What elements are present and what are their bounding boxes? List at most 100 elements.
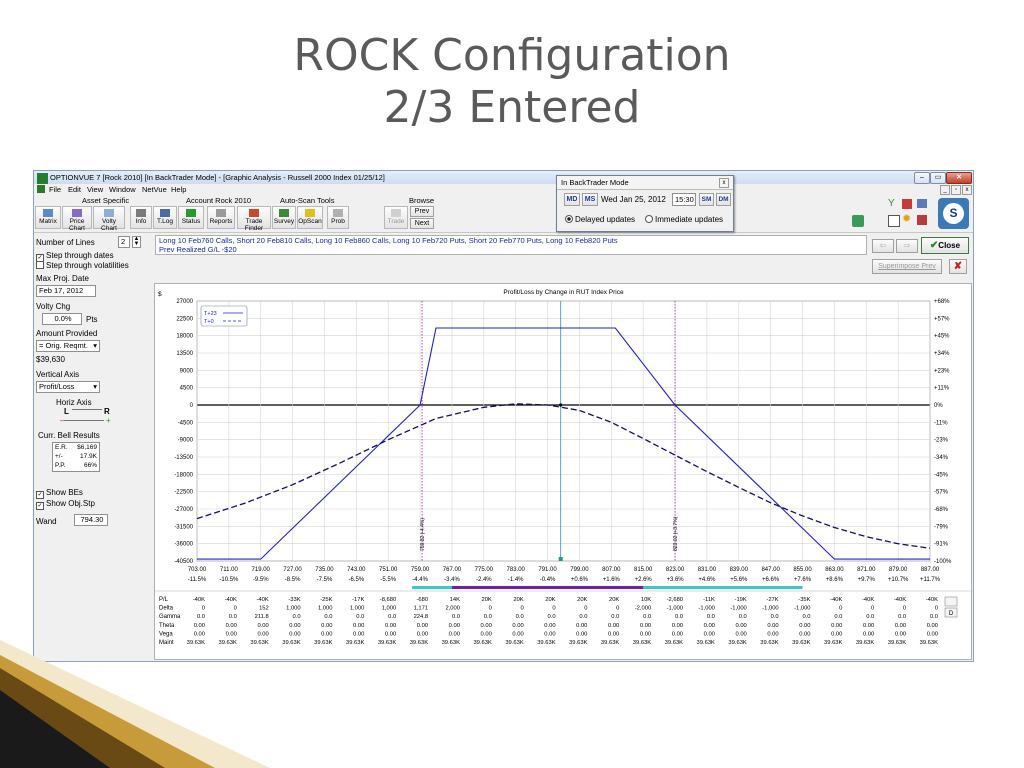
backtrader-date: Wed Jan 25, 2012 xyxy=(601,195,666,204)
table-cell: 0.00 xyxy=(321,631,332,637)
nav-md-button[interactable]: MD xyxy=(564,193,580,206)
trade-button[interactable]: Trade xyxy=(384,206,408,229)
print-icon[interactable] xyxy=(888,215,900,227)
table-cell: 20K xyxy=(513,597,523,603)
price-chart-button[interactable]: Price Chart xyxy=(62,206,92,232)
sun-icon[interactable]: ✹ xyxy=(902,214,913,225)
menu-file[interactable]: File xyxy=(49,185,61,194)
clear-button[interactable]: ✘ xyxy=(949,259,967,274)
table-cell: 39.63K xyxy=(888,640,907,646)
x-pct-label: +3.6% xyxy=(666,577,684,583)
menu-netvue[interactable]: NetVue xyxy=(142,185,167,194)
nav-ms-button[interactable]: MS xyxy=(582,193,598,206)
forward-arrow-button[interactable]: ⇨ xyxy=(896,239,918,253)
close-window-button[interactable]: ✕ xyxy=(946,172,972,184)
info-button[interactable]: Info xyxy=(130,206,152,229)
number-of-lines-spinner[interactable]: ▲ ▼ xyxy=(132,236,141,248)
bell-pm-value: 17.9K xyxy=(80,453,97,460)
radio-empty-icon xyxy=(645,215,653,223)
y-right-tick-label: -91% xyxy=(934,542,949,548)
table-cell: 0.00 xyxy=(799,623,810,629)
table-cell: 0.0 xyxy=(675,614,683,620)
x-pct-label: +1.6% xyxy=(603,577,621,583)
status-button[interactable]: Status xyxy=(178,206,204,229)
tools-icon[interactable] xyxy=(917,215,927,225)
bell-pp-value: 66% xyxy=(83,462,97,469)
show-objstp-checkbox[interactable]: ✓ Show Obj.Stp xyxy=(36,499,95,510)
wand-input[interactable]: 794.30 xyxy=(74,514,108,526)
horiz-slider-bottom[interactable] xyxy=(64,420,104,422)
menu-help[interactable]: Help xyxy=(171,185,186,194)
step-vols-label: Step through volatilities xyxy=(46,261,129,270)
x-pct-label: -10.5% xyxy=(219,577,239,583)
x-tick-label: 823.00 xyxy=(666,567,685,573)
nav-sm-button[interactable]: SM xyxy=(699,193,714,206)
browse-prev-button[interactable]: Prev xyxy=(410,206,434,217)
menu-bar: File Edit View Window NetVue Help _ ▫ x xyxy=(34,184,973,195)
table-cell: 0.00 xyxy=(608,623,619,629)
amount-provided-select[interactable]: = Orig. Reqmt. ▾ xyxy=(36,340,100,352)
slide-title-line1: ROCK Configuration xyxy=(293,30,731,81)
table-cell: 39.63K xyxy=(218,640,237,646)
trade-finder-button[interactable]: Trade Finder xyxy=(237,206,271,232)
pl-chart[interactable]: Profit/Loss by Change in RUT Index Price… xyxy=(155,284,973,661)
maximize-button[interactable]: ▭ xyxy=(930,172,946,184)
table-cell: 39.63K xyxy=(250,640,269,646)
back-arrow-button[interactable]: ⇦ xyxy=(872,239,894,253)
table-cell: 0.00 xyxy=(927,631,938,637)
menu-view[interactable]: View xyxy=(87,185,103,194)
info-icon xyxy=(136,209,146,217)
browse-next-button[interactable]: Next xyxy=(410,218,434,229)
survey-button[interactable]: Survey xyxy=(272,206,296,229)
y-tick-label: 9000 xyxy=(180,368,194,374)
table-cell: 39.63K xyxy=(473,640,492,646)
table-cell: 0.00 xyxy=(417,623,428,629)
tlog-button[interactable]: T.Log xyxy=(153,206,177,229)
mdi-close-button[interactable]: x xyxy=(962,185,972,195)
menu-window[interactable]: Window xyxy=(109,185,136,194)
table-cell: 2,000 xyxy=(445,606,460,612)
show-bes-checkbox[interactable]: ✓ Show BEs xyxy=(36,488,83,499)
opscan-label: OpScan xyxy=(298,218,322,225)
backtrader-time-input[interactable]: 15:30 xyxy=(672,193,696,206)
app-window: OPTIONVUE 7 [Rock 2010] [In BackTrader M… xyxy=(33,170,974,662)
volty-chart-button[interactable]: Volty Chart xyxy=(93,206,125,232)
mdi-minimize-button[interactable]: _ xyxy=(940,185,950,195)
backtrader-close-button[interactable]: x xyxy=(719,178,729,188)
mdi-restore-button[interactable]: ▫ xyxy=(951,185,961,195)
close-button[interactable]: ✔Close xyxy=(921,237,969,254)
menu-edit[interactable]: Edit xyxy=(68,185,81,194)
matrix-button[interactable]: Matrix xyxy=(35,206,61,229)
flag-icon[interactable] xyxy=(902,199,912,209)
max-proj-date-input[interactable]: Feb 17, 2012 xyxy=(36,285,96,297)
number-of-lines-input[interactable]: 2 xyxy=(118,236,130,248)
table-cell: 0.0 xyxy=(643,614,651,620)
delayed-updates-radio[interactable]: Delayed updates xyxy=(565,215,635,224)
reports-button[interactable]: Reports xyxy=(207,206,235,229)
y-tick-label: 4500 xyxy=(180,386,194,392)
nav-dm-button[interactable]: DM xyxy=(716,193,731,206)
range-bar-purple xyxy=(451,586,644,589)
table-cell: 0.00 xyxy=(544,623,555,629)
table-cell: 0 xyxy=(935,606,938,612)
superimpose-prev-button[interactable]: Superimpose Prev xyxy=(872,259,942,274)
filter-icon[interactable]: Y xyxy=(888,199,898,209)
table-cell: 39.63K xyxy=(824,640,843,646)
immediate-updates-radio[interactable]: Immediate updates xyxy=(645,215,723,224)
y-right-tick-label: -34% xyxy=(934,455,949,461)
mail-icon[interactable] xyxy=(917,199,927,208)
step-vols-checkbox[interactable]: Step through volatilities xyxy=(36,261,129,270)
chart-title: Profit/Loss by Change in RUT Index Price xyxy=(503,289,624,296)
opscan-button[interactable]: OpScan xyxy=(297,206,323,229)
prob-button[interactable]: Prob xyxy=(327,206,349,229)
table-cell: 0.00 xyxy=(895,623,906,629)
vertical-axis-select[interactable]: Profit/Loss ▾ xyxy=(36,381,100,393)
refresh-icon[interactable] xyxy=(852,215,864,227)
volty-chg-input[interactable]: 0.0% xyxy=(42,313,82,325)
table-cell: 39.63K xyxy=(920,640,939,646)
x-pct-label: -0.4% xyxy=(540,577,556,583)
doc-icon xyxy=(37,185,45,193)
minimize-button[interactable]: – xyxy=(914,172,930,184)
horiz-slider-top[interactable] xyxy=(72,409,102,414)
wand-label: Wand xyxy=(36,517,57,526)
